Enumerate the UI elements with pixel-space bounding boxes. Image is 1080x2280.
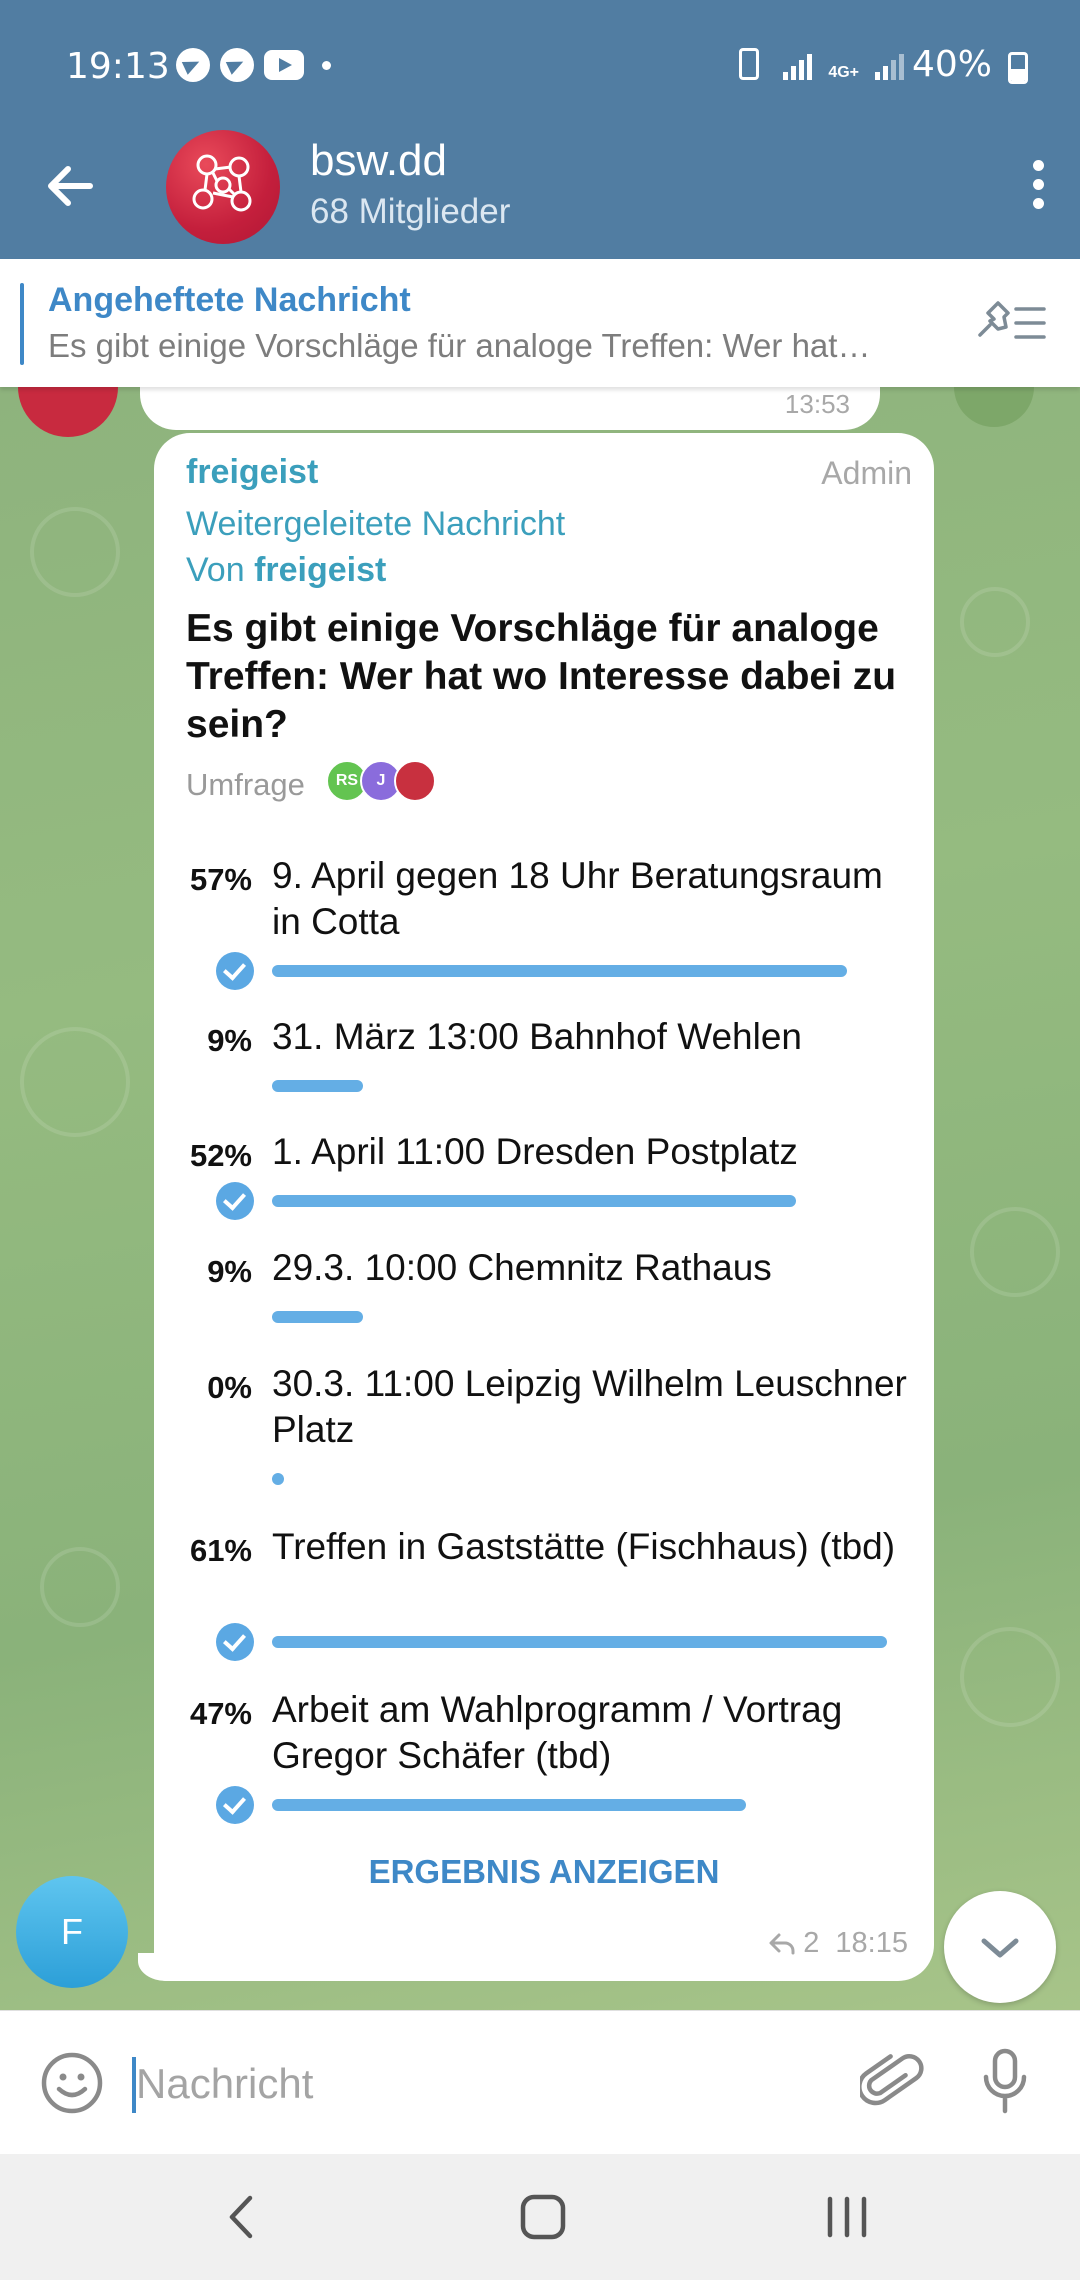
network-logo-icon [192, 154, 252, 212]
poll-option-text: 1. April 11:00 Dresden Postplatz [272, 1131, 798, 1172]
poll-option-bar [272, 1636, 887, 1648]
reaction-avatar [954, 387, 1034, 427]
scroll-down-button[interactable] [944, 1891, 1056, 2003]
attachment-icon[interactable] [860, 2049, 924, 2117]
poll-option-bar [272, 1473, 284, 1485]
status-time: 19:13 [66, 46, 170, 87]
poll-option-percent: 9% [207, 1023, 252, 1058]
check-icon [216, 1182, 254, 1220]
system-navigation-bar [0, 2154, 1080, 2280]
back-arrow-icon[interactable] [40, 156, 100, 216]
message-meta: 2 18:15 [767, 1927, 908, 1960]
poll-message-bubble[interactable]: freigeist Admin Weitergeleitete Nachrich… [154, 433, 934, 1981]
forwarded-label: Weitergeleitete Nachricht [186, 505, 566, 543]
background-doodle [960, 1627, 1060, 1727]
poll-option-bar [272, 1195, 796, 1207]
poll-option-percent: 61% [189, 1533, 252, 1568]
forward-header[interactable]: Weitergeleitete Nachricht Von freigeist [186, 501, 565, 593]
member-count: 68 Mitglieder [310, 192, 511, 231]
background-doodle [960, 587, 1030, 657]
recent-voters: RS J [326, 760, 446, 804]
signal-icon [783, 52, 813, 80]
telegram-icon [176, 48, 210, 82]
poll-option-text: Arbeit am Wahlprogramm / Vortrag Gregor … [272, 1689, 843, 1776]
poll-type: Umfrage [186, 767, 305, 802]
microphone-icon[interactable] [980, 2047, 1030, 2119]
check-icon [216, 952, 254, 990]
poll-option-percent: 9% [207, 1254, 252, 1289]
poll-option-bar [272, 1080, 363, 1092]
chevron-down-icon [981, 1938, 1019, 1958]
pinned-title: Angeheftete Nachricht [48, 281, 411, 319]
poll-option-text: 30.3. 11:00 Leipzig Wilhelm Leuschner Pl… [272, 1363, 907, 1450]
notification-icons [176, 48, 331, 82]
message-input[interactable] [136, 2053, 736, 2115]
connectivity-icons: 4G+ [739, 48, 904, 81]
poll-option-percent: 47% [189, 1696, 252, 1731]
sender-name[interactable]: freigeist [186, 453, 318, 492]
reply-icon [769, 1933, 795, 1954]
message-input-bar [0, 2010, 1080, 2154]
nav-home-icon[interactable] [518, 2190, 568, 2244]
sender-avatar[interactable]: F [16, 1876, 128, 1988]
app-header: 19:13 4G+ 40% bsw.dd 68 Mitglieder [0, 0, 1080, 259]
poll-option-percent: 52% [189, 1138, 252, 1173]
status-bar: 19:13 4G+ 40% [0, 0, 1080, 134]
reply-count[interactable]: 2 [803, 1927, 819, 1960]
chat-area[interactable]: 13:53 freigeist Admin Weitergeleitete Na… [0, 387, 1080, 2010]
voter-avatar [394, 760, 436, 802]
battery-icon [1008, 52, 1028, 84]
poll-option-percent: 57% [189, 862, 252, 897]
admin-badge: Admin [821, 455, 912, 491]
previous-message-bubble[interactable]: 13:53 [140, 387, 880, 430]
sender-avatar[interactable] [18, 387, 118, 437]
background-doodle [30, 507, 120, 597]
chat-title[interactable]: bsw.dd [310, 136, 447, 186]
poll-option-percent: 0% [207, 1370, 252, 1405]
group-avatar[interactable] [166, 130, 280, 244]
forwarded-from: Von freigeist [186, 551, 387, 589]
pinned-text: Es gibt einige Vorschläge für analoge Tr… [48, 327, 871, 364]
emoji-icon[interactable] [38, 2049, 106, 2117]
more-vert-icon[interactable] [1026, 160, 1050, 210]
check-icon [216, 1623, 254, 1661]
nav-back-icon[interactable] [222, 2190, 262, 2244]
pinned-list-icon[interactable] [976, 299, 1048, 347]
poll-question: Es gibt einige Vorschläge für analoge Tr… [186, 607, 897, 746]
poll-option-bar [272, 1799, 746, 1811]
poll-option-text: 31. März 13:00 Bahnhof Wehlen [272, 1016, 802, 1057]
message-time: 13:53 [784, 389, 850, 419]
nav-recents-icon[interactable] [822, 2190, 872, 2244]
network-type: 4G+ [828, 64, 859, 81]
battery-percent: 40% [911, 44, 992, 85]
poll-option-text: 29.3. 10:00 Chemnitz Rathaus [272, 1247, 772, 1288]
telegram-icon [220, 48, 254, 82]
show-results-button[interactable]: ERGEBNIS ANZEIGEN [154, 1853, 934, 1891]
message-time: 18:15 [835, 1927, 908, 1959]
poll-option-bar [272, 965, 847, 977]
pinned-indicator [20, 283, 24, 365]
pinned-message-bar[interactable]: Angeheftete Nachricht Es gibt einige Vor… [0, 259, 1080, 387]
poll-option-text: 9. April gegen 18 Uhr Beratungsraum in C… [272, 855, 883, 942]
more-notifications-dot [322, 60, 331, 70]
youtube-icon [264, 50, 304, 80]
poll-option-text: Treffen in Gaststätte (Fischhaus) (tbd) [272, 1526, 896, 1567]
background-doodle [20, 1027, 130, 1137]
battery-saver-icon [739, 48, 760, 80]
background-doodle [970, 1207, 1060, 1297]
signal-icon [875, 52, 904, 80]
check-icon [216, 1786, 254, 1824]
poll-option-bar [272, 1311, 363, 1323]
background-doodle [40, 1547, 120, 1627]
